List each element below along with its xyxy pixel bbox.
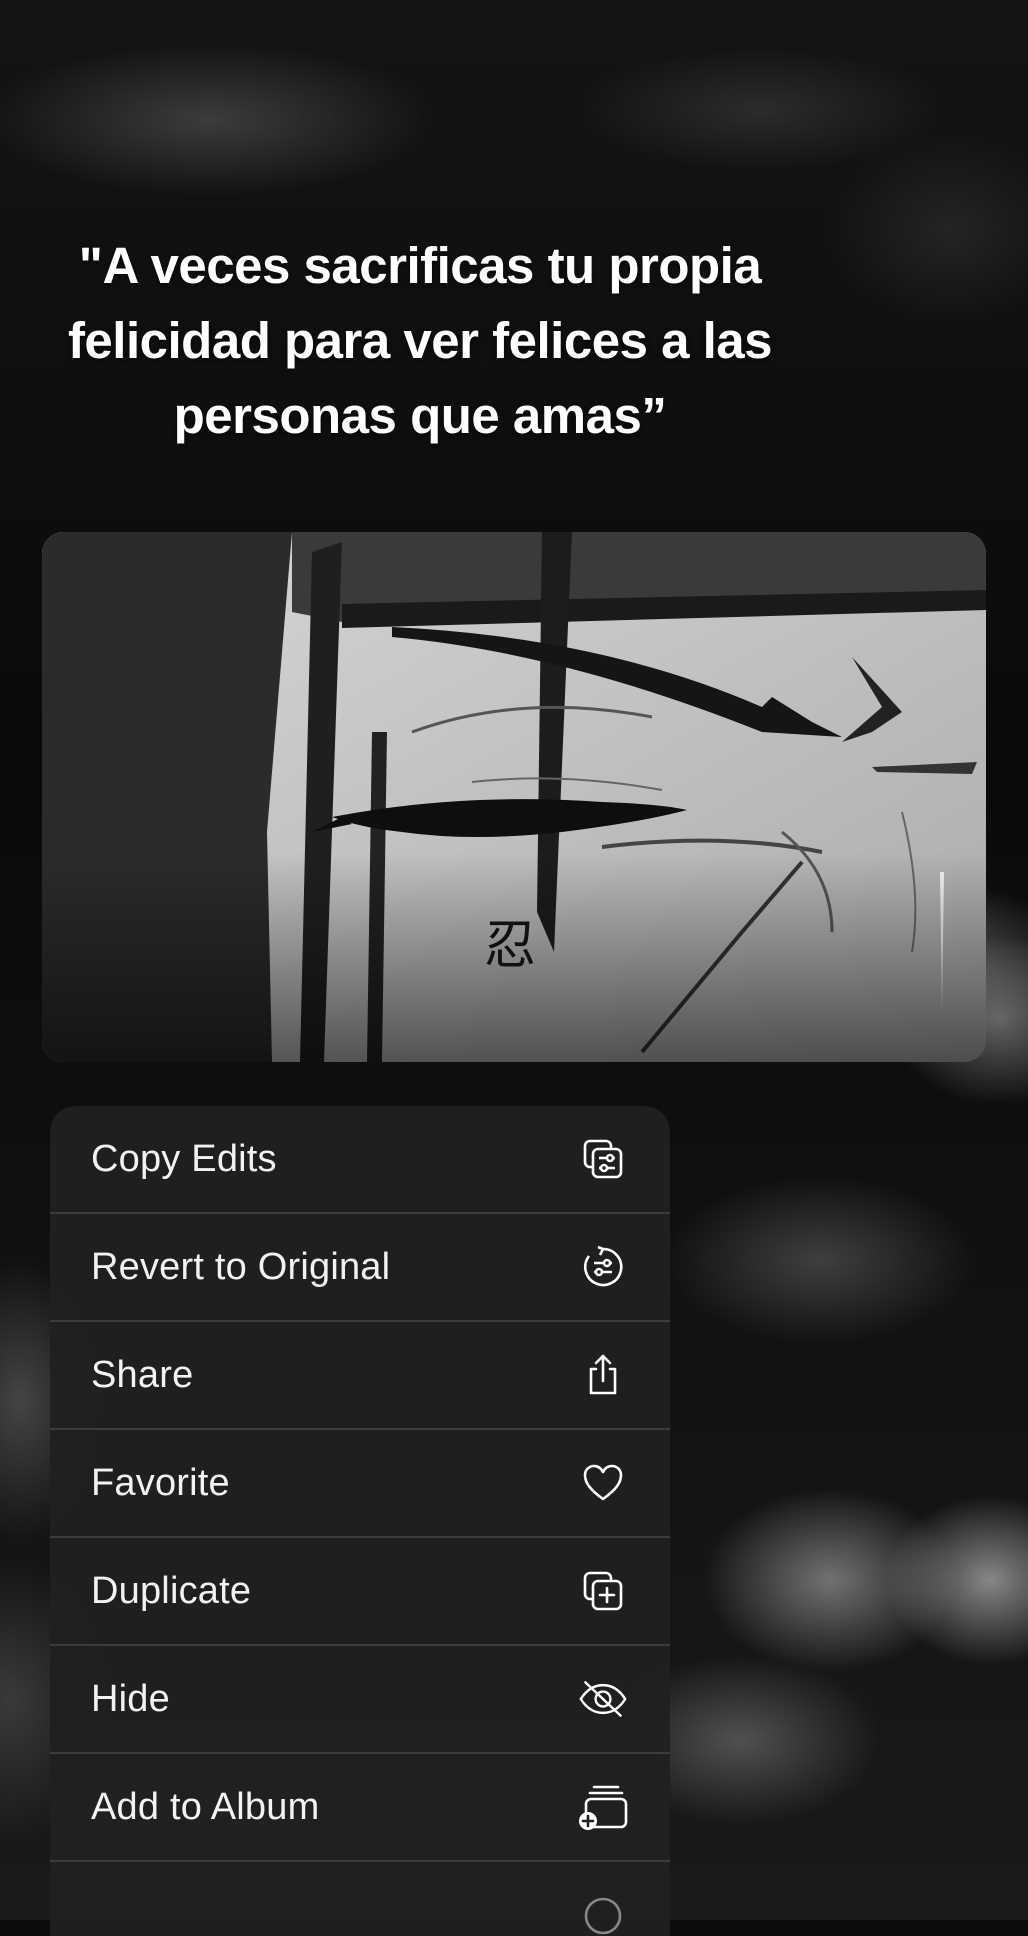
eye-slash-icon: [578, 1674, 628, 1724]
menu-item-label: Add to Album: [91, 1785, 320, 1828]
menu-item-label: Favorite: [91, 1461, 230, 1504]
menu-item-favorite[interactable]: Favorite: [50, 1430, 670, 1538]
context-menu: Copy Edits Revert to Original Share Favo…: [50, 1106, 670, 1936]
quote-text: "A veces sacrificas tu propia felicidad …: [67, 237, 773, 444]
kanji-watermark: 忍: [484, 916, 537, 976]
menu-item-label: Duplicate: [91, 1569, 252, 1612]
more-icon: [578, 1891, 628, 1936]
menu-item-hide[interactable]: Hide: [50, 1646, 670, 1754]
menu-item-copy-edits[interactable]: Copy Edits: [50, 1106, 670, 1214]
anime-eye-illustration: [42, 532, 986, 1062]
menu-item-label: Copy Edits: [91, 1137, 277, 1180]
share-icon: [578, 1350, 628, 1400]
heart-icon: [578, 1458, 628, 1508]
menu-item-label: Revert to Original: [91, 1245, 391, 1288]
menu-item-share[interactable]: Share: [50, 1322, 670, 1430]
menu-item-more[interactable]: [50, 1862, 670, 1936]
menu-item-add-to-album[interactable]: Add to Album: [50, 1754, 670, 1862]
revert-icon: [578, 1242, 628, 1292]
menu-item-revert[interactable]: Revert to Original: [50, 1214, 670, 1322]
menu-item-duplicate[interactable]: Duplicate: [50, 1538, 670, 1646]
menu-item-label: Share: [91, 1353, 194, 1396]
add-to-album-icon: [578, 1782, 628, 1832]
duplicate-icon: [578, 1566, 628, 1616]
menu-item-label: Hide: [91, 1677, 170, 1720]
copy-edits-icon: [578, 1134, 628, 1184]
photo-preview[interactable]: [42, 532, 986, 1062]
